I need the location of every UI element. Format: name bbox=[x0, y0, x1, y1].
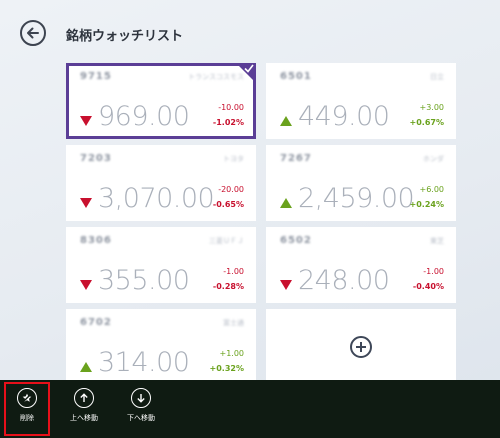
price-change: -1.00 bbox=[423, 267, 444, 276]
stock-price: 449.00 bbox=[298, 101, 390, 132]
price-change: +3.00 bbox=[419, 103, 444, 112]
stock-tile[interactable]: 8306 三菱ＵＦＪ 355.00 -1.00 -0.28% bbox=[66, 227, 256, 303]
stock-price: 355.00 bbox=[98, 265, 190, 296]
stock-code: 7267 bbox=[280, 153, 312, 164]
price-change: +6.00 bbox=[419, 185, 444, 194]
move-down-button[interactable]: 下へ移動 bbox=[119, 388, 163, 423]
percent-change: -0.40% bbox=[412, 282, 444, 291]
stock-tile[interactable]: 7267 ホンダ 2,459.00 +6.00 +0.24% bbox=[266, 145, 456, 221]
down-triangle-icon bbox=[280, 280, 292, 290]
down-triangle-icon bbox=[80, 116, 92, 126]
price-change: +1.00 bbox=[219, 349, 244, 358]
stock-tile[interactable]: 7203 トヨタ 3,070.00 -20.00 -0.65% bbox=[66, 145, 256, 221]
percent-change: -0.28% bbox=[212, 282, 244, 291]
up-triangle-icon bbox=[80, 362, 92, 372]
stock-name: 東芝 bbox=[430, 237, 444, 245]
stock-name: 三菱ＵＦＪ bbox=[209, 237, 244, 245]
stock-price: 314.00 bbox=[98, 347, 190, 378]
back-arrow-icon bbox=[27, 27, 39, 39]
highlight-box bbox=[4, 382, 50, 436]
plus-circle-icon bbox=[350, 336, 372, 358]
stock-code: 6702 bbox=[80, 317, 112, 328]
up-triangle-icon bbox=[280, 198, 292, 208]
stock-price: 248.00 bbox=[298, 265, 390, 296]
move-up-label: 上へ移動 bbox=[70, 414, 98, 422]
move-down-label: 下へ移動 bbox=[127, 414, 155, 422]
arrow-up-icon bbox=[80, 393, 88, 402]
arrow-down-icon bbox=[137, 394, 145, 403]
stock-tile[interactable]: 6501 日立 449.00 +3.00 +0.67% bbox=[266, 63, 456, 139]
stock-code: 7203 bbox=[80, 153, 112, 164]
stock-price: 3,070.00 bbox=[98, 183, 215, 214]
stock-code: 8306 bbox=[80, 235, 112, 246]
stock-tile[interactable]: 6702 富士通 314.00 +1.00 +0.32% bbox=[66, 309, 256, 385]
stock-name: 日立 bbox=[430, 73, 444, 81]
stock-name: ホンダ bbox=[423, 155, 444, 163]
header: 銘柄ウォッチリスト bbox=[0, 0, 500, 62]
price-change: -20.00 bbox=[218, 185, 244, 194]
stock-price: 969.00 bbox=[98, 101, 190, 132]
stock-price: 2,459.00 bbox=[298, 183, 415, 214]
stock-tile[interactable]: 9715 トランスコスモス 969.00 -10.00 -1.02% bbox=[66, 63, 256, 139]
back-button[interactable] bbox=[20, 20, 46, 46]
move-up-button[interactable]: 上へ移動 bbox=[62, 388, 106, 423]
percent-change: -0.65% bbox=[212, 200, 244, 209]
percent-change: +0.67% bbox=[409, 118, 444, 127]
add-stock-tile[interactable] bbox=[266, 309, 456, 385]
up-triangle-icon bbox=[280, 116, 292, 126]
stock-name: 富士通 bbox=[223, 319, 244, 327]
price-change: -10.00 bbox=[218, 103, 244, 112]
stock-name: トヨタ bbox=[223, 155, 244, 163]
down-triangle-icon bbox=[80, 198, 92, 208]
app-bar: 削除 上へ移動 下へ移動 bbox=[0, 380, 500, 438]
percent-change: +0.32% bbox=[209, 364, 244, 373]
down-triangle-icon bbox=[80, 280, 92, 290]
stock-code: 6502 bbox=[280, 235, 312, 246]
checkmark-icon bbox=[244, 64, 254, 73]
page-title: 銘柄ウォッチリスト bbox=[66, 29, 184, 44]
stock-tile[interactable]: 6502 東芝 248.00 -1.00 -0.40% bbox=[266, 227, 456, 303]
percent-change: -1.02% bbox=[212, 118, 244, 127]
price-change: -1.00 bbox=[223, 267, 244, 276]
percent-change: +0.24% bbox=[409, 200, 444, 209]
stock-code: 6501 bbox=[280, 71, 312, 82]
stock-code: 9715 bbox=[80, 71, 112, 82]
